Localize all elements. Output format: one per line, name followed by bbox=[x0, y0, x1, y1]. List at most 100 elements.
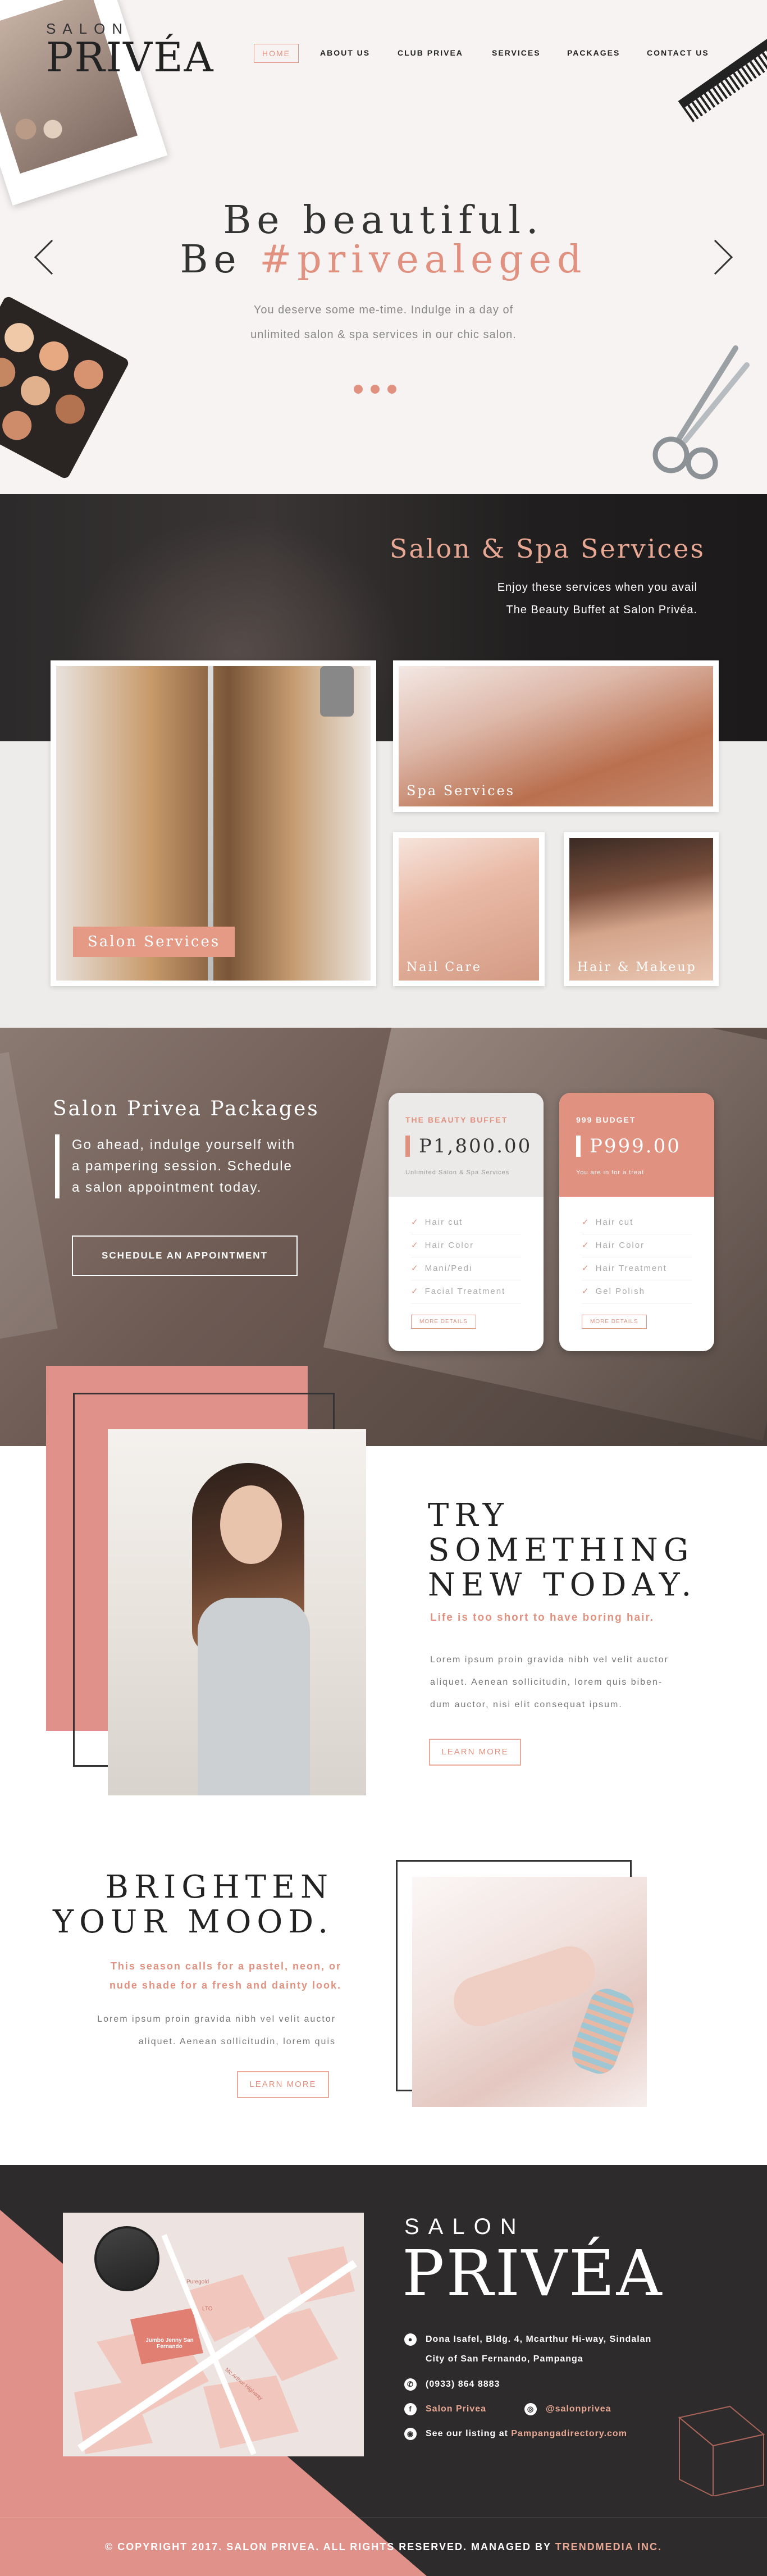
footer-phone: ✆ (0933) 864 8883 bbox=[404, 2378, 500, 2391]
more-details-button[interactable]: MORE DETAILS bbox=[582, 1315, 647, 1329]
brighten-heading-line1: BRIGHTEN bbox=[105, 1869, 334, 1905]
salon-storefront-thumbnail bbox=[94, 2226, 159, 2291]
try-heading-line3: NEW TODAY. bbox=[428, 1567, 697, 1603]
hair-makeup-card[interactable]: Hair & Makeup bbox=[564, 832, 719, 986]
package-price: P999.00 bbox=[576, 1136, 697, 1157]
phone-icon: ✆ bbox=[404, 2378, 417, 2391]
spa-services-card[interactable]: Spa Services bbox=[393, 660, 719, 812]
salon-services-card[interactable]: Salon Services bbox=[51, 660, 376, 986]
copyright-text: © COPYRIGHT 2017. SALON PRIVEA. ALL RIGH… bbox=[104, 2541, 663, 2552]
package-item: ✓ Hair cut bbox=[582, 1211, 692, 1234]
logo[interactable]: PRIVÉA bbox=[46, 37, 214, 77]
brighten-tagline-line1: This season calls for a pastel, neon, or bbox=[110, 1961, 341, 1972]
brighten-tagline-line2: nude shade for a fresh and dainty look. bbox=[109, 1980, 341, 1991]
footer-address: ● Dona Isafel, Bldg. 4, Mcarthur Hi-way, … bbox=[404, 2333, 651, 2346]
packages-desc-line3: a salon appointment today. bbox=[72, 1180, 262, 1195]
check-icon: ✓ bbox=[411, 1287, 419, 1296]
nail-care-label: Nail Care bbox=[407, 960, 482, 974]
slider-dot-2[interactable] bbox=[371, 385, 380, 394]
hands-nails-photo bbox=[412, 1877, 647, 2107]
footer-listing: ◉ See our listing at Pampangadirectory.co… bbox=[404, 2428, 627, 2440]
try-learn-more-button[interactable]: LEARN MORE bbox=[429, 1739, 521, 1766]
hero-subtitle-line2: unlimited salon & spa services in our ch… bbox=[250, 329, 517, 341]
check-icon: ✓ bbox=[582, 1218, 590, 1227]
packages-desc-line1: Go ahead, indulge yourself with bbox=[72, 1137, 296, 1152]
comb-image bbox=[678, 27, 767, 122]
hair-dryer-image bbox=[320, 666, 354, 717]
listing-link[interactable]: Pampangadirectory.com bbox=[511, 2429, 627, 2438]
services-desc-line1: Enjoy these services when you avail bbox=[497, 581, 697, 594]
globe-icon: ◉ bbox=[404, 2428, 417, 2440]
nav-services[interactable]: SERVICES bbox=[492, 48, 541, 57]
brighten-learn-more-button[interactable]: LEARN MORE bbox=[237, 2071, 329, 2098]
package-price: P1,800.00 bbox=[405, 1136, 530, 1157]
try-tagline: Life is too short to have boring hair. bbox=[430, 1612, 655, 1624]
package-item: ✓ Hair Treatment bbox=[582, 1257, 692, 1280]
cube-outline-shape bbox=[678, 2405, 765, 2496]
check-icon: ✓ bbox=[411, 1241, 419, 1250]
package-item: ✓ Hair Color bbox=[411, 1234, 521, 1257]
nav-about-us[interactable]: ABOUT US bbox=[320, 48, 370, 57]
facebook-icon: f bbox=[404, 2403, 417, 2415]
scissors-image bbox=[652, 345, 750, 480]
slider-dot-3[interactable] bbox=[387, 385, 396, 394]
package-note: Unlimited Salon & Spa Services bbox=[405, 1169, 510, 1176]
packages-desc-line2: a pampering session. Schedule bbox=[72, 1159, 293, 1174]
hero-hashtag: #privealeged bbox=[259, 238, 587, 282]
salon-services-label: Salon Services bbox=[73, 927, 235, 957]
try-body-line1: Lorem ipsum proin gravida nibh vel velit… bbox=[430, 1655, 669, 1665]
hair-makeup-label: Hair & Makeup bbox=[577, 960, 697, 974]
services-desc-line2: The Beauty Buffet at Salon Privéa. bbox=[506, 604, 697, 616]
package-item: ✓ Hair cut bbox=[411, 1211, 521, 1234]
package-item: ✓ Facial Treatment bbox=[411, 1280, 521, 1303]
brighten-body-line1: Lorem ipsum proin gravida nibh vel velit… bbox=[97, 2014, 336, 2024]
packages-title: Salon Privea Packages bbox=[53, 1097, 319, 1120]
trendmedia-link[interactable]: TRENDMEDIA INC. bbox=[555, 2541, 662, 2552]
hero-section: SALON PRIVÉA HOME ABOUT US CLUB PRIVEA S… bbox=[0, 0, 767, 494]
hero-title-line2: Be #privealeged bbox=[0, 236, 767, 284]
package-item: ✓ Gel Polish bbox=[582, 1280, 692, 1303]
brighten-heading-line2: YOUR MOOD. bbox=[53, 1904, 334, 1940]
package-tag: THE BEAUTY BUFFET bbox=[405, 1115, 508, 1124]
footer-logo: PRIVÉA bbox=[402, 2237, 664, 2310]
schedule-appointment-button[interactable]: SCHEDULE AN APPOINTMENT bbox=[72, 1235, 298, 1276]
brighten-body-line2: aliquet. Aenean sollicitudin, lorem quis bbox=[138, 2037, 336, 2046]
instagram-icon: ◎ bbox=[524, 2403, 537, 2415]
footer: Jumbo Jenny San Fernando Mc Arthur Highw… bbox=[0, 2165, 767, 2576]
footer-instagram[interactable]: ◎ @salonprivea bbox=[524, 2403, 611, 2415]
try-body-line3: dum auctor, nisi elit consequat ipsum. bbox=[430, 1700, 623, 1709]
try-heading-line1: TRY bbox=[428, 1497, 509, 1534]
location-map[interactable]: Jumbo Jenny San Fernando Mc Arthur Highw… bbox=[63, 2213, 364, 2456]
try-body-line2: aliquet. Aenean sollicitudin, lorem quis… bbox=[430, 1677, 663, 1687]
packages-desc: Go ahead, indulge yourself with a pamper… bbox=[55, 1134, 295, 1198]
hero-subtitle-line1: You deserve some me-time. Indulge in a d… bbox=[253, 304, 514, 316]
footer-logo-small: SALON bbox=[404, 2214, 526, 2239]
nav-contact-us[interactable]: CONTACT US bbox=[647, 48, 709, 57]
location-pin-icon: ● bbox=[404, 2333, 417, 2346]
package-card-999-budget: 999 BUDGET P999.00 You are in for a trea… bbox=[559, 1093, 714, 1351]
map-label: LTO bbox=[202, 2306, 213, 2312]
hero-title-prefix: Be bbox=[180, 238, 242, 282]
nav-club-privea[interactable]: CLUB PRIVEA bbox=[398, 48, 463, 57]
check-icon: ✓ bbox=[411, 1218, 419, 1227]
services-title: Salon & Spa Services bbox=[389, 534, 705, 564]
nav-packages[interactable]: PACKAGES bbox=[567, 48, 620, 57]
package-tag: 999 BUDGET bbox=[576, 1115, 636, 1124]
woman-photo bbox=[108, 1429, 366, 1795]
footer-facebook[interactable]: f Salon Privea bbox=[404, 2403, 486, 2415]
try-heading-line2: SOMETHING bbox=[428, 1532, 695, 1569]
beads-image bbox=[6, 112, 73, 146]
check-icon: ✓ bbox=[582, 1241, 590, 1250]
check-icon: ✓ bbox=[411, 1264, 419, 1273]
check-icon: ✓ bbox=[582, 1287, 590, 1296]
package-note: You are in for a treat bbox=[576, 1169, 645, 1176]
nav-home[interactable]: HOME bbox=[254, 44, 299, 63]
nail-care-card[interactable]: Nail Care bbox=[393, 832, 545, 986]
package-item: ✓ Hair Color bbox=[582, 1234, 692, 1257]
map-label: Puregold bbox=[186, 2279, 209, 2285]
more-details-button[interactable]: MORE DETAILS bbox=[411, 1315, 476, 1329]
footer-address-line2: City of San Fernando, Pampanga bbox=[426, 2354, 583, 2364]
map-label: Jumbo Jenny San Fernando bbox=[145, 2337, 194, 2350]
check-icon: ✓ bbox=[582, 1264, 590, 1273]
slider-dot-1[interactable] bbox=[354, 385, 363, 394]
